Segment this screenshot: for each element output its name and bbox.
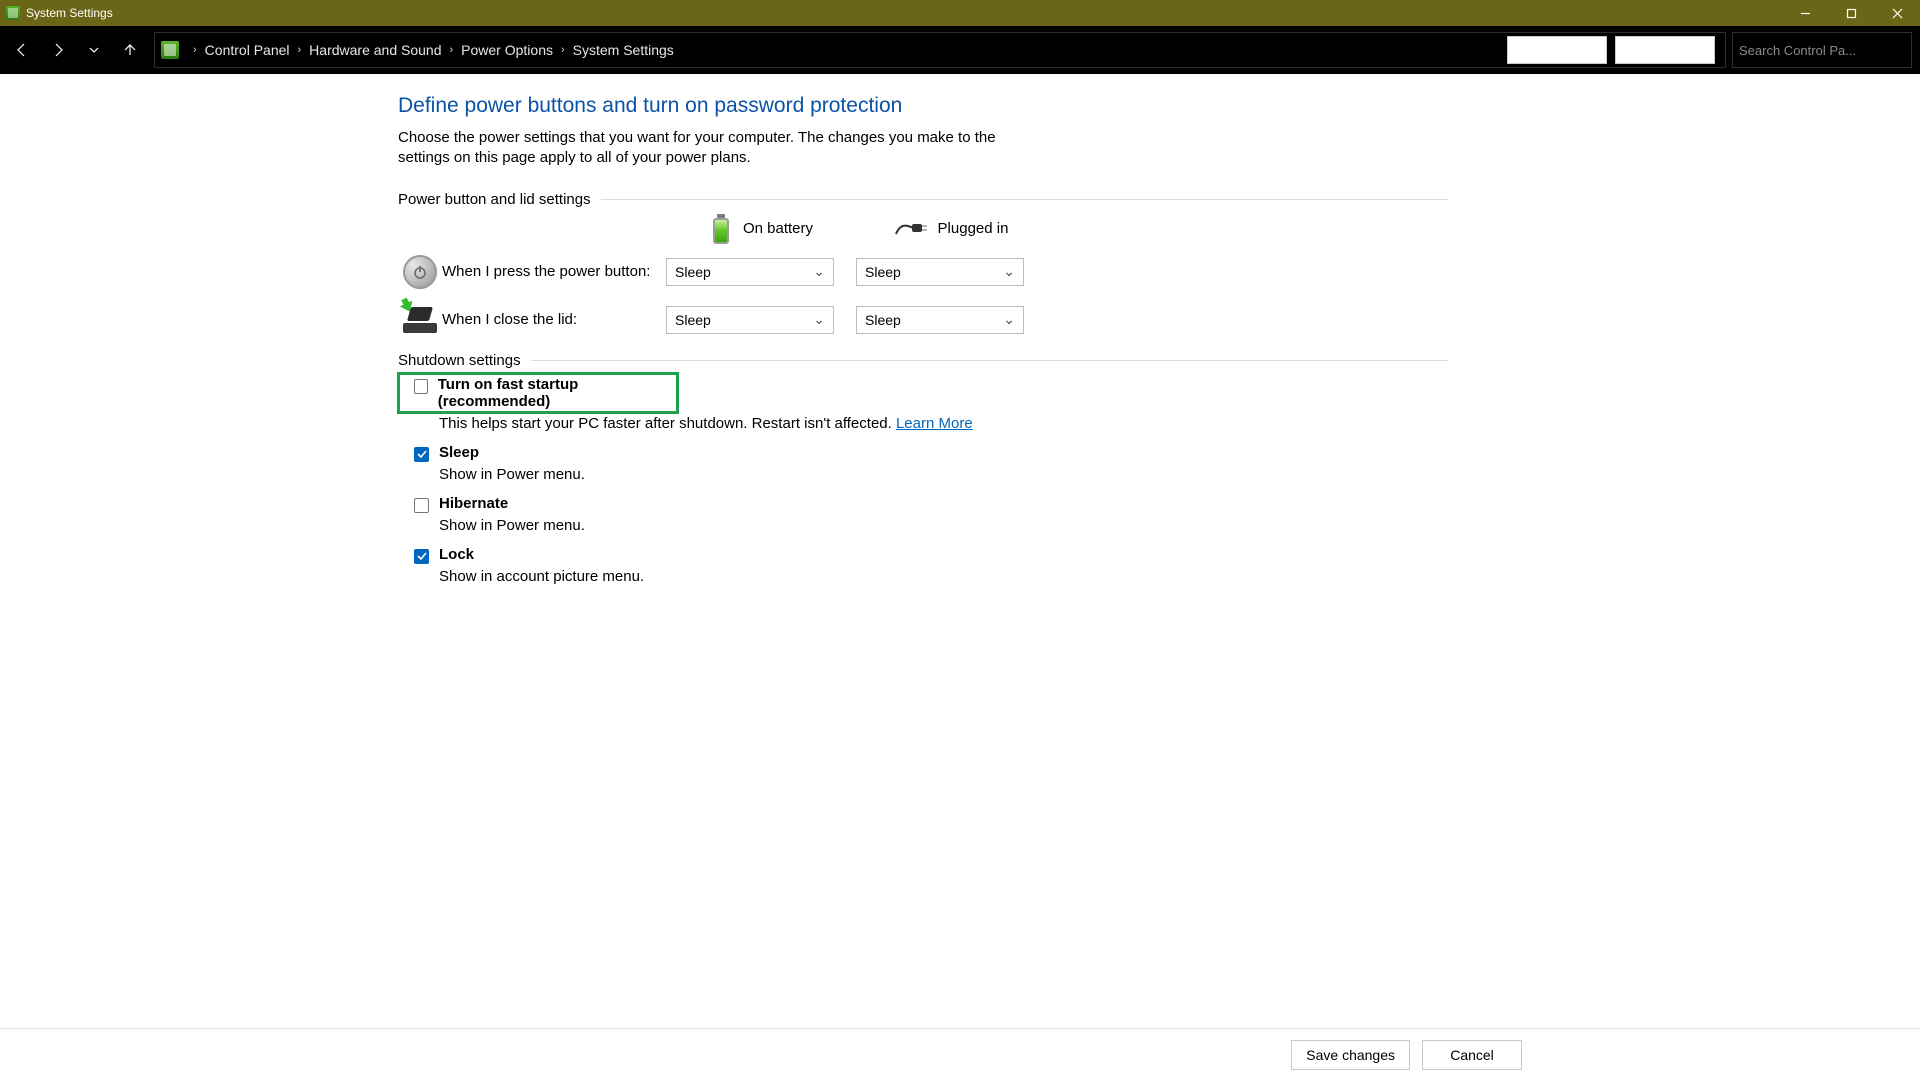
app-icon bbox=[6, 6, 20, 20]
dropdown-lid-battery[interactable]: Sleep ⌄ bbox=[666, 306, 834, 334]
close-button[interactable] bbox=[1874, 0, 1920, 26]
dropdown-power-battery[interactable]: Sleep ⌄ bbox=[666, 258, 834, 286]
power-icon bbox=[403, 255, 437, 289]
content: Define power buttons and turn on passwor… bbox=[398, 94, 1448, 585]
chevron-down-icon: ⌄ bbox=[1003, 263, 1015, 280]
window-title: System Settings bbox=[26, 6, 113, 20]
option-sleep: Sleep bbox=[398, 442, 1448, 464]
up-button[interactable] bbox=[112, 32, 148, 68]
dropdown-power-plugged[interactable]: Sleep ⌄ bbox=[856, 258, 1024, 286]
row-close-lid: When I close the lid: Sleep ⌄ Sleep ⌄ bbox=[398, 296, 1448, 344]
section-power-lid: Power button and lid settings bbox=[398, 191, 1448, 208]
section-power-lid-label: Power button and lid settings bbox=[398, 191, 591, 208]
chevron-down-icon: ⌄ bbox=[813, 311, 825, 328]
column-plugged-label: Plugged in bbox=[938, 220, 1009, 237]
plug-icon bbox=[894, 220, 928, 238]
breadcrumb-hardware[interactable]: Hardware and Sound bbox=[309, 42, 441, 58]
dropdown-value: Sleep bbox=[675, 312, 711, 328]
search-box[interactable] bbox=[1732, 32, 1912, 68]
lid-icon bbox=[403, 307, 437, 333]
chevron-right-icon: › bbox=[449, 44, 453, 56]
forward-button[interactable] bbox=[40, 32, 76, 68]
titlebar: System Settings bbox=[0, 0, 1920, 26]
checkbox-sleep[interactable] bbox=[414, 447, 429, 462]
divider bbox=[531, 360, 1448, 361]
column-battery-label: On battery bbox=[743, 220, 813, 237]
dropdown-value: Sleep bbox=[865, 264, 901, 280]
page-description: Choose the power settings that you want … bbox=[398, 128, 1040, 169]
option-lock: Lock bbox=[398, 544, 1448, 566]
search-input[interactable] bbox=[1739, 43, 1915, 58]
chevron-right-icon: › bbox=[193, 44, 197, 56]
checkbox-hibernate[interactable] bbox=[414, 498, 429, 513]
dropdown-value: Sleep bbox=[675, 264, 711, 280]
breadcrumb-root[interactable]: Control Panel bbox=[205, 42, 290, 58]
checkbox-fast-startup[interactable] bbox=[414, 379, 428, 394]
back-button[interactable] bbox=[4, 32, 40, 68]
maximize-button[interactable] bbox=[1828, 0, 1874, 26]
save-button[interactable]: Save changes bbox=[1291, 1040, 1410, 1070]
checkbox-lock[interactable] bbox=[414, 549, 429, 564]
option-lock-label: Lock bbox=[439, 546, 474, 563]
breadcrumb-power-options[interactable]: Power Options bbox=[461, 42, 553, 58]
chevron-right-icon: › bbox=[298, 44, 302, 56]
row-power-button-label: When I press the power button: bbox=[442, 263, 666, 280]
option-hibernate: Hibernate bbox=[398, 493, 1448, 515]
divider bbox=[601, 199, 1448, 200]
option-fast-startup-sub: This helps start your PC faster after sh… bbox=[439, 415, 1448, 432]
chevron-right-icon: › bbox=[561, 44, 565, 56]
minimize-button[interactable] bbox=[1782, 0, 1828, 26]
row-power-button: When I press the power button: Sleep ⌄ Sl… bbox=[398, 248, 1448, 296]
recent-locations-button[interactable] bbox=[76, 32, 112, 68]
dropdown-lid-plugged[interactable]: Sleep ⌄ bbox=[856, 306, 1024, 334]
chevron-down-icon: ⌄ bbox=[813, 263, 825, 280]
navbar: › Control Panel › Hardware and Sound › P… bbox=[0, 26, 1920, 74]
option-lock-sub: Show in account picture menu. bbox=[439, 568, 1448, 585]
address-dropdown-button[interactable] bbox=[1507, 36, 1607, 64]
refresh-button[interactable] bbox=[1615, 36, 1715, 64]
page-title: Define power buttons and turn on passwor… bbox=[398, 94, 1448, 118]
learn-more-link[interactable]: Learn More bbox=[896, 415, 973, 432]
cancel-button[interactable]: Cancel bbox=[1422, 1040, 1522, 1070]
footer: Save changes Cancel bbox=[0, 1028, 1920, 1080]
control-panel-icon bbox=[161, 41, 179, 59]
columns-header: On battery Plugged in bbox=[398, 214, 1448, 244]
battery-icon bbox=[709, 214, 733, 244]
section-shutdown: Shutdown settings bbox=[398, 352, 1448, 369]
dropdown-value: Sleep bbox=[865, 312, 901, 328]
option-sleep-label: Sleep bbox=[439, 444, 479, 461]
option-hibernate-label: Hibernate bbox=[439, 495, 508, 512]
address-bar[interactable]: › Control Panel › Hardware and Sound › P… bbox=[154, 32, 1726, 68]
option-sleep-sub: Show in Power menu. bbox=[439, 466, 1448, 483]
breadcrumb-system-settings[interactable]: System Settings bbox=[573, 42, 674, 58]
section-shutdown-label: Shutdown settings bbox=[398, 352, 521, 369]
chevron-down-icon: ⌄ bbox=[1003, 311, 1015, 328]
option-hibernate-sub: Show in Power menu. bbox=[439, 517, 1448, 534]
row-close-lid-label: When I close the lid: bbox=[442, 311, 666, 328]
option-fast-startup: Turn on fast startup (recommended) bbox=[398, 373, 678, 413]
option-fast-startup-label: Turn on fast startup (recommended) bbox=[438, 376, 670, 410]
option-fast-startup-sub-text: This helps start your PC faster after sh… bbox=[439, 415, 892, 432]
page: Define power buttons and turn on passwor… bbox=[0, 74, 1920, 1028]
